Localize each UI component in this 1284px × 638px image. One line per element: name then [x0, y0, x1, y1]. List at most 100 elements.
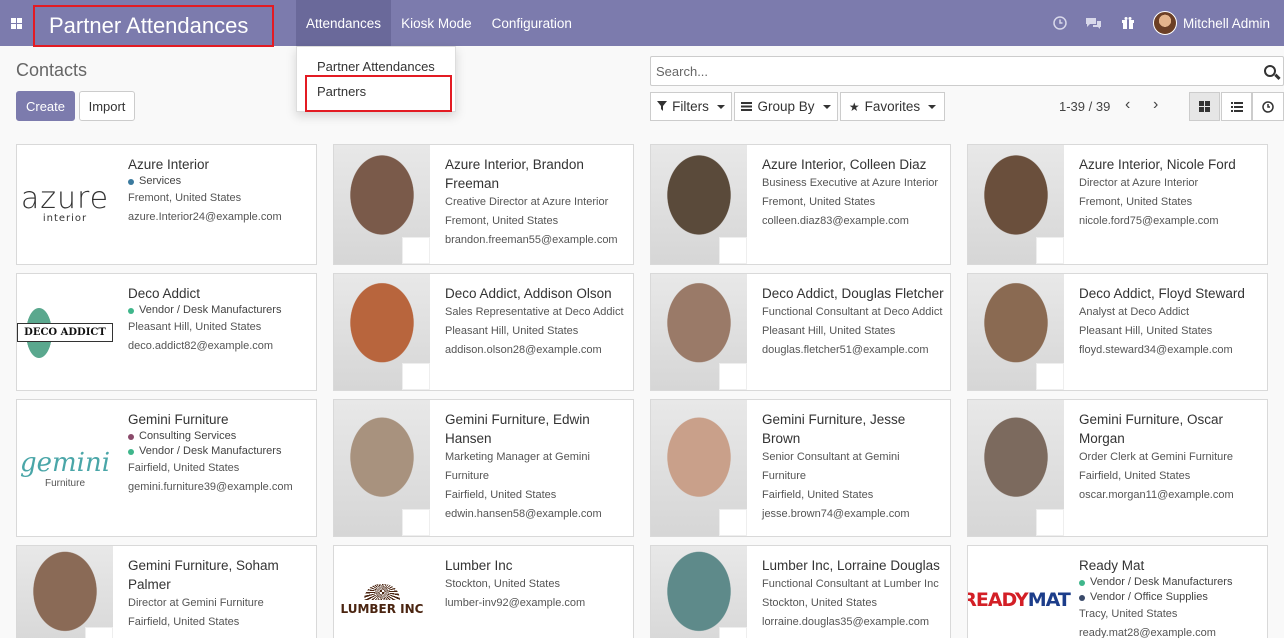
kanban-card[interactable]: Gemini Furniture, Soham Palmer Director a… — [16, 545, 317, 638]
group-by-label: Group By — [757, 99, 815, 114]
chevron-right-icon[interactable]: › — [1153, 96, 1158, 114]
kanban-card[interactable]: Gemini Furniture, Edwin Hansen Marketing … — [333, 399, 634, 537]
main-menu: Attendances Kiosk Mode Configuration — [296, 0, 582, 46]
chat-icon[interactable] — [1077, 0, 1111, 46]
tag-label: Vendor / Desk Manufacturers — [139, 445, 282, 457]
menu-kiosk-mode[interactable]: Kiosk Mode — [391, 0, 482, 46]
card-name: Lumber Inc, Lorraine Douglas — [762, 558, 940, 573]
card-tag: Vendor / Desk Manufacturers — [1079, 575, 1261, 590]
company-mini-logo — [719, 363, 747, 390]
app-title[interactable]: Partner Attendances — [33, 5, 274, 47]
import-button[interactable]: Import — [79, 91, 135, 121]
card-detail: Creative Director at Azure Interior — [445, 196, 609, 208]
kanban-card[interactable]: azure interior Azure Interior Services Fremo… — [16, 144, 317, 265]
card-body: Deco Addict, Floyd Steward Analyst at Dec… — [1079, 284, 1261, 360]
kanban-card[interactable]: LUMBER INC Lumber Inc Stockton, United Sta… — [333, 545, 634, 638]
search-input[interactable] — [656, 63, 1257, 79]
card-name: Deco Addict — [128, 286, 201, 301]
kanban-view-icon[interactable] — [1189, 92, 1220, 121]
card-name: Azure Interior, Brandon Freeman — [445, 157, 584, 191]
card-detail: Fairfield, United States — [128, 462, 240, 474]
azure-logo: azure interior — [21, 184, 109, 225]
user-menu[interactable]: Mitchell Admin — [1145, 11, 1284, 35]
list-view-icon[interactable] — [1221, 92, 1252, 121]
card-body: Gemini Furniture, Edwin Hansen Marketing … — [445, 410, 627, 524]
card-detail: Fremont, United States — [762, 196, 876, 208]
card-body: Azure Interior, Brandon Freeman Creative … — [445, 155, 627, 250]
contact-photo — [17, 546, 113, 638]
card-detail: Director at Azure Interior — [1079, 177, 1199, 189]
card-name: Deco Addict, Douglas Fletcher — [762, 286, 944, 301]
caret-down-icon — [928, 104, 937, 109]
card-detail: douglas.fletcher51@example.com — [762, 344, 929, 356]
chevron-left-icon[interactable]: ‹ — [1125, 96, 1130, 114]
kanban-card[interactable]: Azure Interior, Nicole Ford Director at A… — [967, 144, 1268, 265]
gift-icon[interactable] — [1111, 0, 1145, 46]
kanban-card[interactable]: Gemini Furniture, Jesse Brown Senior Cons… — [650, 399, 951, 537]
card-detail: Pleasant Hill, United States — [128, 321, 262, 333]
company-mini-logo — [719, 237, 747, 264]
search-icon[interactable] — [1257, 57, 1283, 85]
company-logo: LUMBER INC — [334, 546, 430, 638]
kanban-card[interactable]: Azure Interior, Brandon Freeman Creative … — [333, 144, 634, 265]
menu-configuration[interactable]: Configuration — [482, 0, 582, 46]
card-detail: Functional Consultant at Deco Addict — [762, 306, 943, 318]
company-logo: gemini Furniture — [17, 400, 113, 536]
kanban-card[interactable]: gemini Furniture Gemini Furniture Consultin… — [16, 399, 317, 537]
card-detail: Tracy, United States — [1079, 608, 1178, 620]
activity-view-icon[interactable] — [1252, 92, 1284, 121]
star-icon: ★ — [848, 99, 860, 114]
company-mini-logo — [1036, 237, 1064, 264]
tag-label: Vendor / Desk Manufacturers — [139, 304, 282, 316]
card-name: Gemini Furniture — [128, 412, 229, 427]
favorites-button[interactable]: ★ Favorites — [840, 92, 945, 121]
pager-value[interactable]: 1-39 / 39 — [1059, 99, 1110, 114]
kanban-card[interactable]: Deco Addict, Douglas Fletcher Functional … — [650, 273, 951, 391]
card-detail: jesse.brown74@example.com — [762, 508, 910, 520]
card-body: Deco Addict Vendor / Desk Manufacturers Pl… — [128, 284, 310, 356]
card-detail: Senior Consultant at Gemini Furniture — [762, 451, 900, 482]
card-detail: ready.mat28@example.com — [1079, 627, 1216, 638]
menu-attendances[interactable]: Attendances — [296, 0, 392, 46]
kanban-card[interactable]: Gemini Furniture, Oscar Morgan Order Cler… — [967, 399, 1268, 537]
tag-color-dot — [1079, 594, 1085, 601]
kanban-card[interactable]: Lumber Inc, Lorraine Douglas Functional C… — [650, 545, 951, 638]
card-name: Gemini Furniture, Edwin Hansen — [445, 412, 590, 446]
card-body: Gemini Furniture, Soham Palmer Director a… — [128, 556, 310, 632]
card-body: Lumber Inc Stockton, United States lumber-… — [445, 556, 627, 613]
card-name: Gemini Furniture, Jesse Brown — [762, 412, 906, 446]
card-name: Azure Interior, Colleen Diaz — [762, 157, 927, 172]
card-detail: oscar.morgan11@example.com — [1079, 489, 1234, 501]
create-button[interactable]: Create — [16, 91, 75, 121]
logo-subtext: Furniture — [44, 477, 85, 489]
card-tag: Vendor / Desk Manufacturers — [128, 444, 310, 459]
card-body: Azure Interior, Nicole Ford Director at A… — [1079, 155, 1261, 231]
filters-button[interactable]: Filters — [650, 92, 732, 121]
apps-menu-icon[interactable] — [0, 0, 32, 46]
deco-addict-logo: DECO ADDICT — [17, 322, 113, 342]
top-navbar: Partner Attendances Attendances Kiosk Mo… — [0, 0, 1284, 47]
kanban-card[interactable]: Deco Addict, Addison Olson Sales Represen… — [333, 273, 634, 391]
card-name: Gemini Furniture, Oscar Morgan — [1079, 412, 1224, 446]
card-body: Gemini Furniture, Oscar Morgan Order Cler… — [1079, 410, 1261, 505]
breadcrumb: Contacts — [16, 60, 88, 80]
filter-icon — [657, 100, 668, 114]
card-detail: Functional Consultant at Lumber Inc — [762, 578, 939, 590]
card-detail: Fairfield, United States — [128, 616, 240, 628]
logo-text: gemini — [19, 447, 111, 478]
card-detail: Sales Representative at Deco Addict — [445, 306, 624, 318]
card-name: Ready Mat — [1079, 558, 1145, 573]
lumber-logo: LUMBER INC — [341, 584, 423, 616]
kanban-card[interactable]: Azure Interior, Colleen Diaz Business Exe… — [650, 144, 951, 265]
tag-label: Consulting Services — [139, 430, 237, 442]
company-mini-logo — [402, 509, 430, 536]
card-detail: Pleasant Hill, United States — [762, 325, 896, 337]
clock-icon[interactable] — [1043, 0, 1077, 46]
card-body: Deco Addict, Douglas Fletcher Functional … — [762, 284, 944, 360]
group-by-button[interactable]: Group By — [734, 92, 838, 121]
kanban-card[interactable]: READYMAT Ready Mat Vendor / Desk Manufactu… — [967, 545, 1268, 638]
contact-photo — [651, 546, 747, 638]
kanban-card[interactable]: Deco Addict, Floyd Steward Analyst at Dec… — [967, 273, 1268, 391]
kanban-card[interactable]: DECO ADDICT Deco Addict Vendor / Desk Manu… — [16, 273, 317, 391]
logo-text: DECO ADDICT — [24, 326, 106, 338]
